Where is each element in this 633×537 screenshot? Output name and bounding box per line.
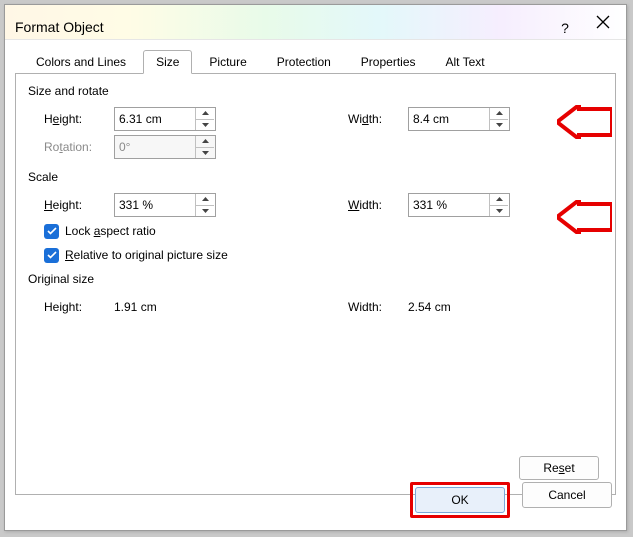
height-spinner[interactable] [114, 107, 216, 131]
scale-height-spinner[interactable] [114, 193, 216, 217]
chevron-up-icon [496, 111, 503, 115]
reset-button[interactable]: Reset [519, 456, 599, 480]
width-input[interactable] [409, 108, 489, 130]
scale-width-spin-up[interactable] [490, 194, 508, 206]
tab-size[interactable]: Size [143, 50, 192, 74]
scale-height-spin-up[interactable] [196, 194, 214, 206]
tab-strip: Colors and Lines Size Picture Protection… [23, 49, 616, 73]
lock-aspect-label: Lock aspect ratio [65, 224, 156, 238]
scale-height-spin-arrows[interactable] [195, 194, 214, 216]
height-spin-down[interactable] [196, 120, 214, 131]
check-icon [47, 227, 57, 235]
original-width-label: Width: [348, 300, 408, 314]
height-input[interactable] [115, 108, 195, 130]
rotation-spin-up [196, 136, 214, 148]
relative-original-checkbox[interactable] [44, 248, 59, 263]
chevron-up-icon [496, 197, 503, 201]
height-spin-arrows[interactable] [195, 108, 214, 130]
width-spin-down[interactable] [490, 120, 508, 131]
format-object-dialog: Format Object ? Colors and Lines Size Pi… [4, 4, 627, 531]
width-spin-up[interactable] [490, 108, 508, 120]
scale-height-label: Height: [28, 198, 114, 212]
scale-width-spinner[interactable] [408, 193, 510, 217]
annotation-arrow-width [557, 105, 612, 139]
section-size-and-rotate: Size and rotate [28, 84, 603, 98]
dialog-footer: OK Cancel [410, 482, 612, 518]
titlebar: Format Object ? [5, 5, 626, 40]
size-panel: Size and rotate Height: Width: [15, 73, 616, 495]
tab-protection[interactable]: Protection [264, 50, 344, 74]
lock-aspect-checkbox[interactable] [44, 224, 59, 239]
width-label: Width: [348, 112, 408, 126]
relative-original-label: Relative to original picture size [65, 248, 228, 262]
original-width-value: 2.54 cm [408, 300, 451, 314]
chevron-down-icon [496, 209, 503, 213]
close-icon [596, 15, 610, 29]
cancel-button[interactable]: Cancel [522, 482, 612, 508]
section-original-size: Original size [28, 272, 603, 286]
check-icon [47, 251, 57, 259]
rotation-spin-arrows [195, 136, 214, 158]
width-spinner[interactable] [408, 107, 510, 131]
chevron-up-icon [202, 139, 209, 143]
chevron-down-icon [202, 209, 209, 213]
rotation-label: Rotation: [28, 140, 114, 154]
rotation-input [115, 136, 195, 158]
tab-alt-text[interactable]: Alt Text [433, 50, 498, 74]
original-height-value: 1.91 cm [114, 300, 157, 314]
scale-width-spin-arrows[interactable] [489, 194, 508, 216]
ok-button[interactable]: OK [415, 487, 505, 513]
width-spin-arrows[interactable] [489, 108, 508, 130]
scale-height-input[interactable] [115, 194, 195, 216]
rotation-spin-down [196, 148, 214, 159]
chevron-up-icon [202, 197, 209, 201]
dialog-content: Colors and Lines Size Picture Protection… [15, 49, 616, 482]
chevron-down-icon [496, 123, 503, 127]
annotation-arrow-scale-width [557, 200, 612, 234]
chevron-up-icon [202, 111, 209, 115]
dialog-title: Format Object [15, 10, 104, 44]
original-height-label: Height: [28, 300, 114, 314]
help-button[interactable]: ? [554, 11, 576, 33]
rotation-spinner [114, 135, 216, 159]
scale-width-label: Width: [348, 198, 408, 212]
scale-width-spin-down[interactable] [490, 206, 508, 217]
close-button[interactable] [592, 11, 614, 33]
tab-properties[interactable]: Properties [348, 50, 429, 74]
chevron-down-icon [202, 151, 209, 155]
scale-height-spin-down[interactable] [196, 206, 214, 217]
height-spin-up[interactable] [196, 108, 214, 120]
tab-colors-and-lines[interactable]: Colors and Lines [23, 50, 139, 74]
section-scale: Scale [28, 170, 603, 184]
tab-picture[interactable]: Picture [196, 50, 259, 74]
ok-highlight-annotation: OK [410, 482, 510, 518]
chevron-down-icon [202, 123, 209, 127]
scale-width-input[interactable] [409, 194, 489, 216]
height-label: Height: [28, 112, 114, 126]
